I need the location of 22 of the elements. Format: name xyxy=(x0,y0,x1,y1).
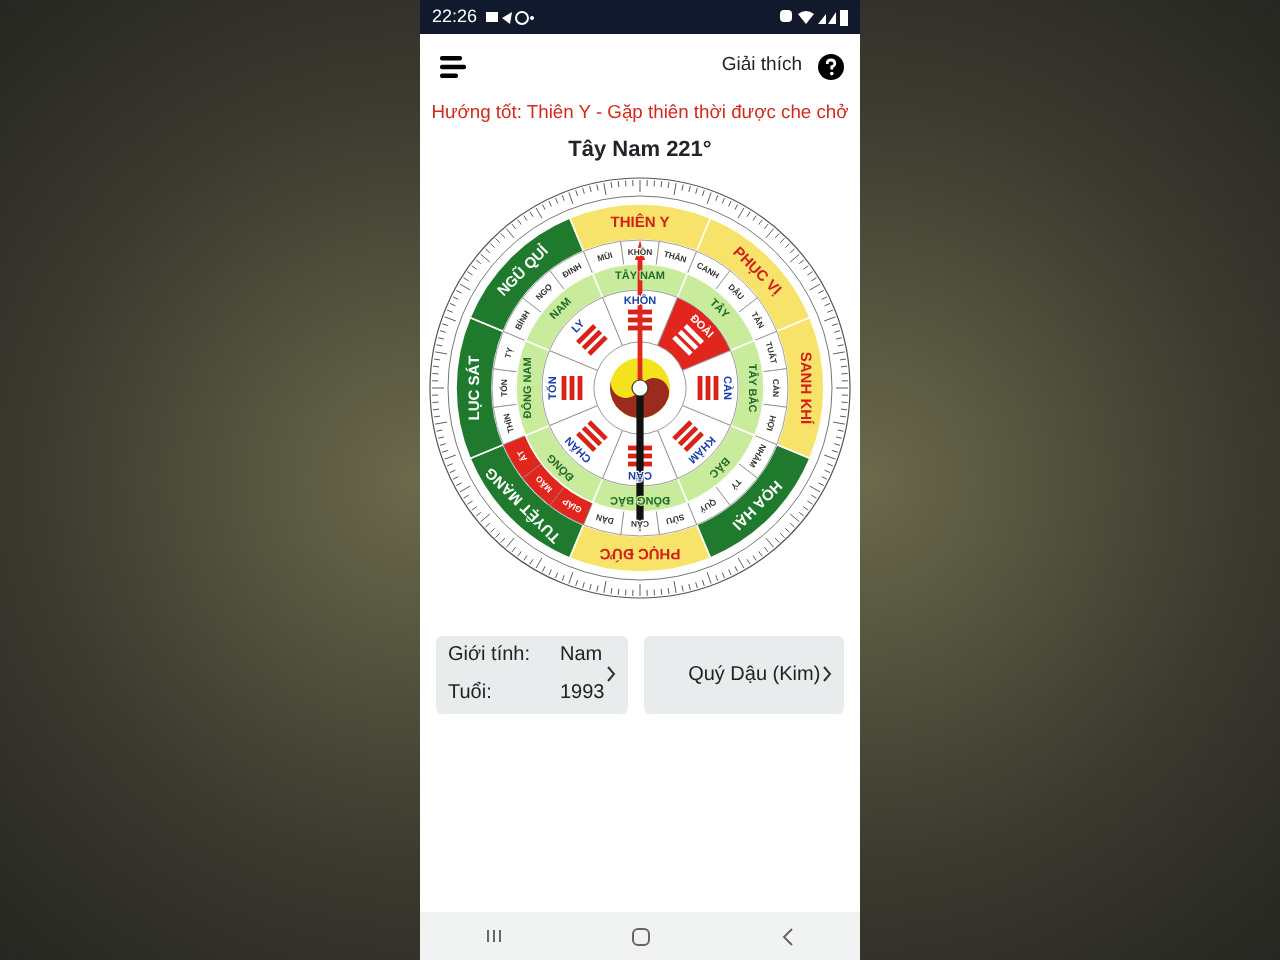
help-icon[interactable] xyxy=(818,53,844,79)
notification-icons xyxy=(485,9,534,25)
profile-card[interactable]: Giới tính: Nam Tuổi: 1993 xyxy=(436,635,629,714)
trigram-icon xyxy=(561,375,583,400)
element-card[interactable]: Quý Dậu (Kim) xyxy=(644,635,844,714)
trigram-icon xyxy=(697,375,719,400)
home-icon[interactable] xyxy=(632,927,651,945)
menu-icon[interactable] xyxy=(440,55,466,77)
heading-text: Tây Nam 221° xyxy=(566,136,714,167)
back-icon[interactable] xyxy=(782,927,795,945)
field-label: Tuổi: xyxy=(448,679,494,709)
chevron-icon xyxy=(606,666,617,683)
element-text: Quý Dậu (Kim) xyxy=(688,661,821,690)
field-label: Giới tính: xyxy=(448,642,532,671)
recent-apps-icon[interactable] xyxy=(485,928,502,944)
field-value: 1993 xyxy=(560,680,605,709)
advice-text: Hướng tốt: Thiên Y - Gặp thiên thời được che chở xyxy=(429,98,851,126)
system-status-icons xyxy=(780,8,848,26)
help-link[interactable]: Giải thích xyxy=(721,51,802,81)
field-value: Nam xyxy=(560,642,603,671)
chevron-icon xyxy=(822,666,832,683)
clock: 22:26 xyxy=(432,3,478,30)
